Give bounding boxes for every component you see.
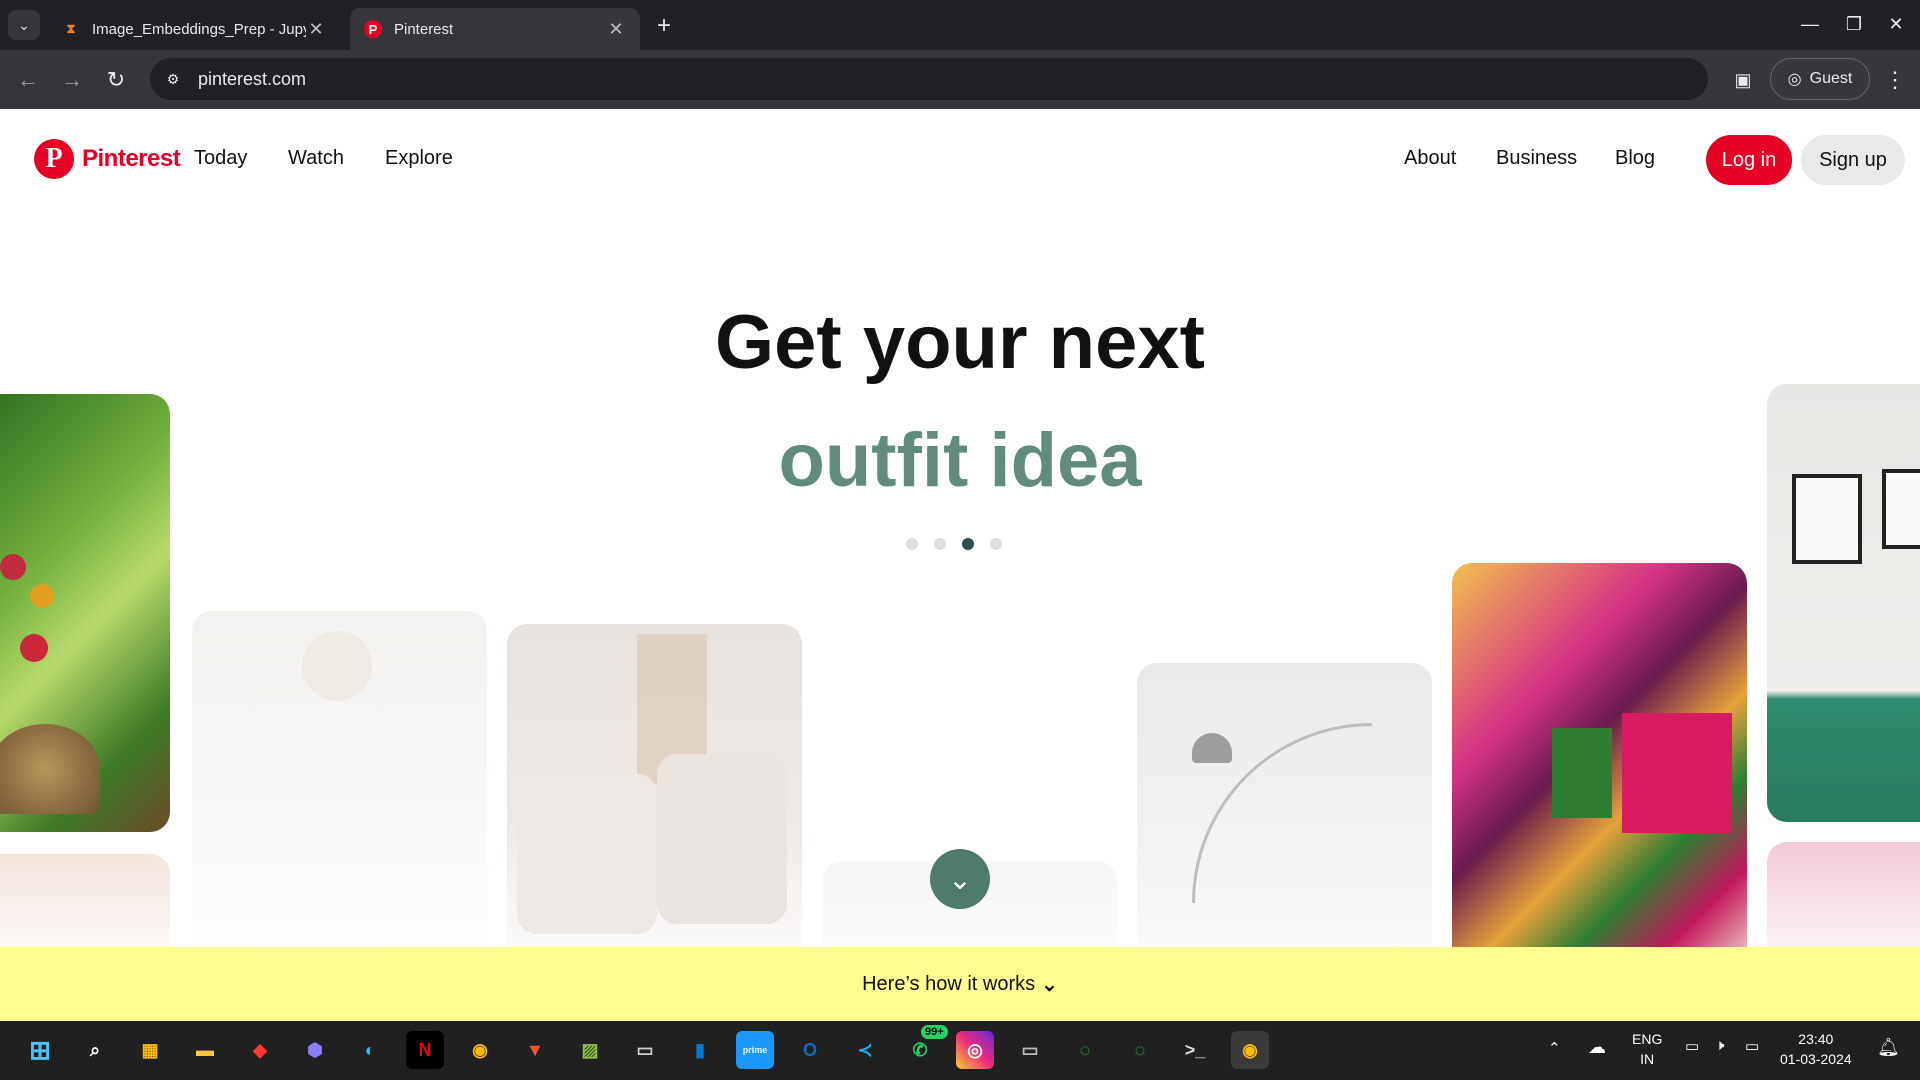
new-tab-button[interactable]: + bbox=[650, 12, 678, 40]
date-text: 01-03-2024 bbox=[1780, 1051, 1852, 1067]
nav-today[interactable]: Today bbox=[194, 147, 247, 170]
prime-video-icon[interactable]: prime bbox=[736, 1031, 774, 1069]
outlook-icon[interactable]: O bbox=[791, 1031, 829, 1069]
close-window-button[interactable]: ✕ bbox=[1876, 8, 1916, 40]
pinterest-icon: P bbox=[364, 20, 382, 38]
copilot-icon[interactable]: ⬢ bbox=[296, 1031, 334, 1069]
carousel-dot[interactable] bbox=[990, 538, 1002, 550]
file-explorer-icon[interactable]: ▬ bbox=[186, 1031, 224, 1069]
profile-button[interactable]: ◎ Guest bbox=[1770, 58, 1870, 100]
logo-text: Pinterest bbox=[82, 145, 181, 172]
nav-explore[interactable]: Explore bbox=[385, 147, 453, 170]
hero-subline: outfit idea bbox=[778, 418, 1142, 503]
time-text: 23:40 bbox=[1798, 1031, 1834, 1047]
chevron-down-icon: ⌄ bbox=[1041, 973, 1058, 996]
terminal-icon[interactable]: >_ bbox=[1176, 1031, 1214, 1069]
chrome-icon[interactable]: ◉ bbox=[1231, 1031, 1269, 1069]
forward-button[interactable]: → bbox=[54, 62, 90, 98]
spinner-icon[interactable]: ◌ bbox=[1066, 1031, 1104, 1069]
browser-tab-strip: ⌄ ⧗ Image_Embeddings_Prep - Jupy ✕ P Pin… bbox=[0, 0, 1920, 50]
edge-icon[interactable]: ◐ bbox=[351, 1031, 389, 1069]
pin-image-textiles[interactable] bbox=[1452, 563, 1747, 973]
nav-watch[interactable]: Watch bbox=[288, 147, 344, 170]
netflix-icon[interactable]: N bbox=[406, 1031, 444, 1069]
pinterest-page: P Pinterest Today Watch Explore About Bu… bbox=[0, 109, 1920, 1021]
pin-image-lamp[interactable] bbox=[1137, 663, 1432, 993]
url-text[interactable]: pinterest.com bbox=[198, 69, 306, 90]
browser-toolbar: ← → ↻ ⚙ pinterest.com ▣ ◎ Guest ⋮ bbox=[0, 50, 1920, 109]
spinner-icon[interactable]: ◌ bbox=[1121, 1031, 1159, 1069]
vscode-icon[interactable]: ≺ bbox=[846, 1031, 884, 1069]
language-label: ENG bbox=[1632, 1031, 1663, 1047]
pinterest-icon: P bbox=[34, 139, 74, 179]
nav-business[interactable]: Business bbox=[1496, 147, 1577, 170]
restore-button[interactable]: ❐ bbox=[1834, 8, 1874, 40]
pin-image-wall-art[interactable] bbox=[1767, 384, 1920, 822]
minimize-button[interactable]: — bbox=[1790, 8, 1830, 40]
back-button[interactable]: ← bbox=[10, 62, 46, 98]
cloud-icon[interactable]: ☁ bbox=[1588, 1037, 1606, 1058]
profile-label: Guest bbox=[1809, 70, 1853, 87]
clock[interactable]: 23:40 01-03-2024 bbox=[1780, 1029, 1852, 1069]
signup-button[interactable]: Sign up bbox=[1801, 135, 1905, 185]
network-icon[interactable]: ▭ bbox=[1685, 1037, 1699, 1055]
login-button[interactable]: Log in bbox=[1706, 135, 1792, 185]
how-it-works-bar[interactable]: Here’s how it works ⌄ bbox=[0, 947, 1920, 1021]
tab-title: Pinterest bbox=[394, 20, 454, 38]
tab-pinterest[interactable]: P Pinterest ✕ bbox=[350, 8, 640, 50]
search-icon[interactable]: ⌕ bbox=[76, 1031, 114, 1069]
pin-image-statue[interactable] bbox=[192, 611, 487, 991]
app-icon[interactable]: ◆ bbox=[241, 1031, 279, 1069]
address-bar[interactable]: ⚙ pinterest.com bbox=[150, 58, 1708, 100]
whatsapp-icon[interactable]: ✆ 99+ bbox=[901, 1025, 948, 1069]
tab-title: Image_Embeddings_Prep - Jupy bbox=[92, 20, 306, 38]
chevron-down-icon: ⌄ bbox=[948, 863, 972, 895]
hero-headline: Get your next bbox=[715, 300, 1205, 385]
notification-bell-icon[interactable]: 🔔︎ bbox=[1877, 1037, 1900, 1058]
pin-image-cushions[interactable] bbox=[507, 624, 802, 984]
brave-icon[interactable]: ▼ bbox=[516, 1031, 554, 1069]
browser-menu-button[interactable]: ⋮ bbox=[1880, 62, 1910, 98]
language-indicator[interactable]: ENG IN bbox=[1632, 1029, 1662, 1069]
store-icon[interactable]: ▦ bbox=[131, 1031, 169, 1069]
tab-jupyter[interactable]: ⧗ Image_Embeddings_Prep - Jupy ✕ bbox=[48, 8, 340, 50]
carousel-dot[interactable] bbox=[906, 538, 918, 550]
console-icon[interactable]: ▭ bbox=[1011, 1031, 1049, 1069]
scroll-down-button[interactable]: ⌄ bbox=[930, 849, 990, 909]
start-icon[interactable]: ⊞ bbox=[21, 1031, 59, 1069]
volume-muted-icon[interactable]: 🕨 bbox=[1715, 1037, 1724, 1054]
carousel-dot[interactable] bbox=[934, 538, 946, 550]
battery-icon[interactable]: ▭ bbox=[1745, 1037, 1759, 1055]
close-icon[interactable]: ✕ bbox=[306, 19, 326, 40]
chevron-up-icon[interactable]: ⌃ bbox=[1548, 1039, 1561, 1057]
carousel-dots bbox=[906, 538, 1002, 550]
tab-search-button[interactable]: ⌄ bbox=[8, 10, 40, 40]
photos-icon[interactable]: ▨ bbox=[571, 1031, 609, 1069]
how-it-works-label: Here’s how it works bbox=[862, 972, 1036, 995]
windows-taskbar: ⊞ ⌕ ▦ ▬ ◆ ⬢ ◐ N ◉ ▼ ▨ ▭ ▮ prime O ≺ ✆ 99… bbox=[0, 1021, 1920, 1080]
notification-badge: 99+ bbox=[921, 1025, 948, 1039]
windows-app-icon[interactable]: ▮ bbox=[681, 1031, 719, 1069]
chrome-icon[interactable]: ◉ bbox=[461, 1031, 499, 1069]
nav-about[interactable]: About bbox=[1404, 147, 1456, 170]
instagram-icon[interactable]: ◎ bbox=[956, 1031, 994, 1069]
terminal-icon[interactable]: ▭ bbox=[626, 1031, 664, 1069]
hourglass-icon: ⧗ bbox=[66, 21, 76, 36]
side-panel-button[interactable]: ▣ bbox=[1725, 62, 1761, 98]
nav-blog[interactable]: Blog bbox=[1615, 147, 1655, 170]
pin-image-beads[interactable] bbox=[0, 394, 170, 832]
close-icon[interactable]: ✕ bbox=[606, 19, 626, 40]
pinterest-logo[interactable]: P Pinterest bbox=[34, 139, 181, 179]
reload-button[interactable]: ↻ bbox=[98, 62, 134, 98]
carousel-dot-active[interactable] bbox=[962, 538, 974, 550]
site-info-icon[interactable]: ⚙ bbox=[160, 66, 186, 92]
profile-icon: ◎ bbox=[1787, 71, 1802, 88]
region-label: IN bbox=[1640, 1051, 1655, 1067]
